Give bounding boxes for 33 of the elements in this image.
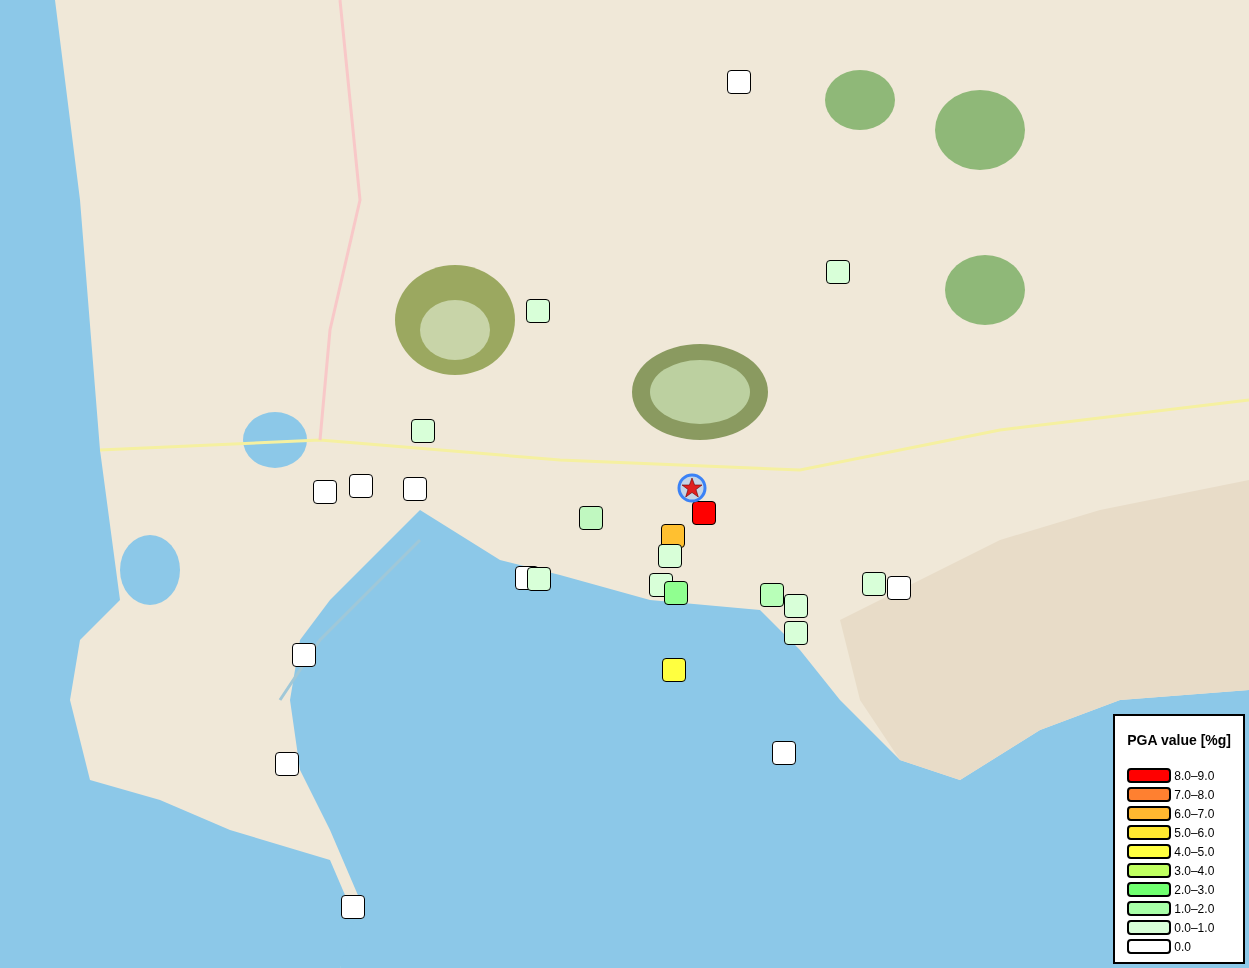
station-marker[interactable] — [826, 260, 850, 284]
legend-label: 1.0–2.0 — [1174, 901, 1215, 916]
station-marker[interactable] — [658, 544, 682, 568]
station-marker[interactable] — [341, 895, 365, 919]
legend-label: 2.0–3.0 — [1174, 882, 1215, 897]
station-marker[interactable] — [579, 506, 603, 530]
station-marker[interactable] — [313, 480, 337, 504]
station-marker[interactable] — [784, 594, 808, 618]
station-marker[interactable] — [411, 419, 435, 443]
legend-label: 0.0 — [1174, 939, 1191, 954]
station-marker[interactable] — [403, 477, 427, 501]
station-marker[interactable] — [760, 583, 784, 607]
station-marker[interactable] — [292, 643, 316, 667]
legend-label: 0.0–1.0 — [1174, 920, 1215, 935]
legend-label: 5.0–6.0 — [1174, 825, 1215, 840]
station-marker[interactable] — [887, 576, 911, 600]
station-marker[interactable] — [349, 474, 373, 498]
station-marker[interactable] — [662, 658, 686, 682]
legend-label: 8.0–9.0 — [1174, 768, 1215, 783]
station-marker[interactable] — [526, 299, 550, 323]
station-marker[interactable] — [664, 581, 688, 605]
legend-label: 4.0–5.0 — [1174, 844, 1215, 859]
legend-title: PGA value [%g] — [1127, 732, 1231, 748]
legend-label: 3.0–4.0 — [1174, 863, 1215, 878]
station-marker[interactable] — [692, 501, 716, 525]
station-marker[interactable] — [862, 572, 886, 596]
station-marker[interactable] — [772, 741, 796, 765]
legend-label: 6.0–7.0 — [1174, 806, 1215, 821]
legend-label: 7.0–8.0 — [1174, 787, 1215, 802]
station-marker[interactable] — [727, 70, 751, 94]
station-marker[interactable] — [275, 752, 299, 776]
station-marker[interactable] — [784, 621, 808, 645]
station-marker[interactable] — [527, 567, 551, 591]
